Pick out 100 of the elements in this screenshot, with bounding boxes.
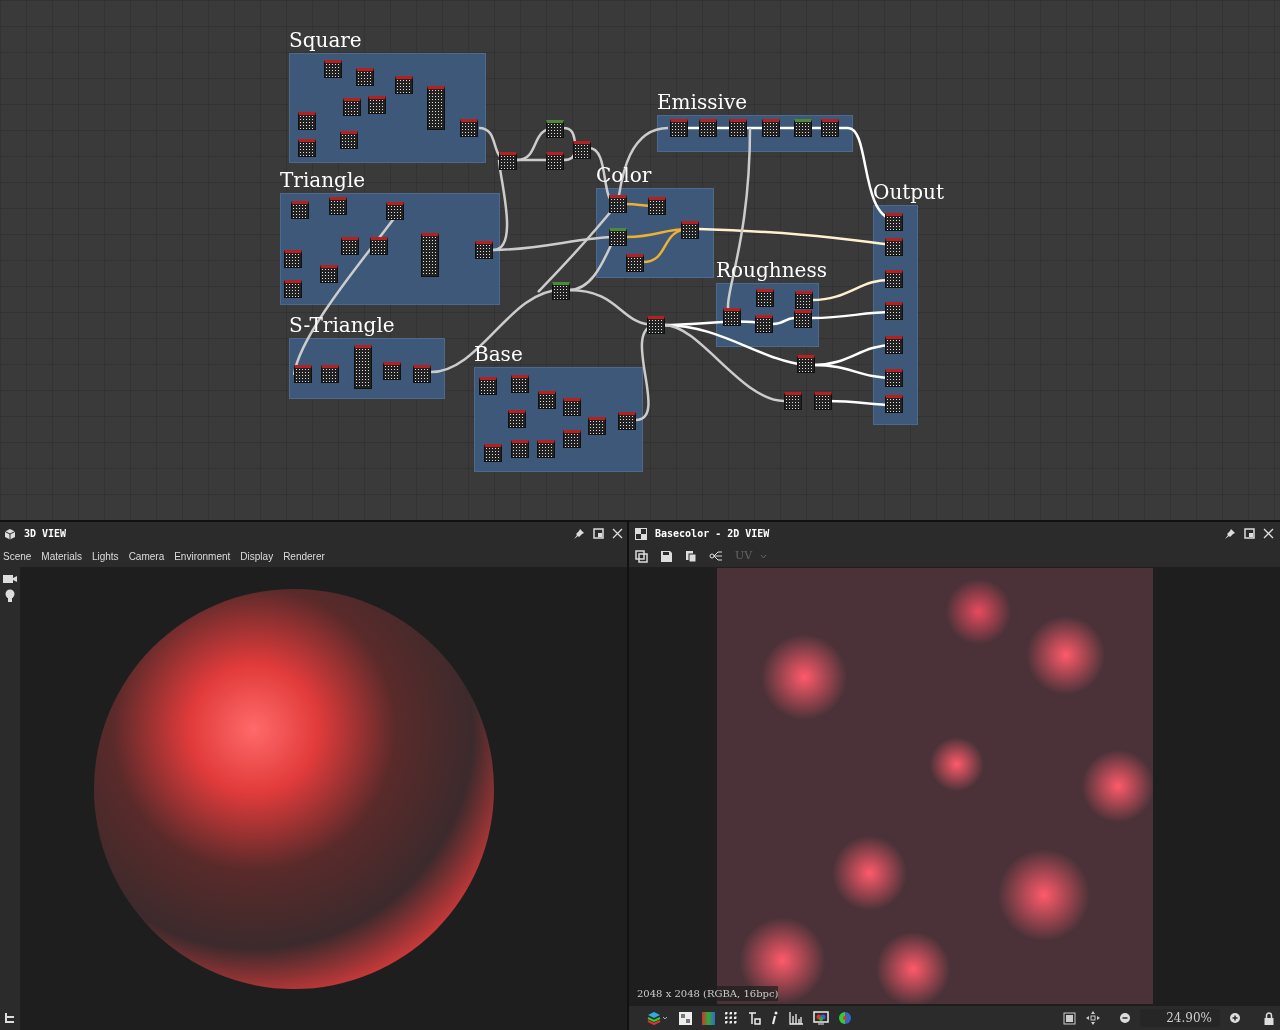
- close-icon[interactable]: [612, 528, 623, 539]
- graph-node[interactable]: [356, 68, 374, 86]
- graph-node[interactable]: [723, 308, 741, 326]
- save-icon[interactable]: [660, 549, 673, 563]
- graph-node[interactable]: [479, 377, 497, 395]
- graph-node[interactable]: [885, 369, 903, 387]
- zoom-in-icon[interactable]: [1230, 1013, 1240, 1023]
- checker-icon[interactable]: [679, 1011, 692, 1025]
- camera-icon[interactable]: [2, 573, 18, 585]
- layers-icon[interactable]: [647, 1011, 669, 1025]
- graph-node[interactable]: [413, 365, 431, 383]
- fit-view-icon[interactable]: [1063, 1011, 1076, 1025]
- graph-node[interactable]: [284, 250, 302, 268]
- graph-node[interactable]: [284, 280, 302, 298]
- monitor-icon[interactable]: [813, 1011, 829, 1025]
- graph-node[interactable]: [324, 60, 342, 78]
- graph-node[interactable]: [755, 315, 773, 333]
- graph-node[interactable]: [329, 197, 347, 215]
- graph-node[interactable]: [546, 120, 564, 138]
- menu-item[interactable]: Display: [240, 548, 274, 564]
- graph-node[interactable]: [794, 310, 812, 328]
- graph-node[interactable]: [821, 119, 839, 137]
- graph-node[interactable]: [885, 213, 903, 231]
- graph-node[interactable]: [354, 345, 372, 389]
- graph-node[interactable]: [814, 392, 832, 410]
- color-wheel-icon[interactable]: [839, 1012, 851, 1024]
- graph-node[interactable]: [784, 392, 802, 410]
- copy-icon[interactable]: [635, 549, 648, 563]
- lock-icon[interactable]: [1264, 1011, 1274, 1025]
- graph-node[interactable]: [670, 119, 688, 137]
- graph-node[interactable]: [699, 119, 717, 137]
- info-icon[interactable]: [771, 1011, 779, 1025]
- menu-item[interactable]: Camera: [128, 548, 165, 564]
- graph-node[interactable]: [546, 152, 564, 170]
- graph-node[interactable]: [499, 152, 517, 170]
- graph-node[interactable]: [538, 391, 556, 409]
- graph-node[interactable]: [421, 233, 439, 277]
- pin-icon[interactable]: [1224, 527, 1236, 540]
- graph-node[interactable]: [563, 398, 581, 416]
- pan-icon[interactable]: [1086, 1011, 1100, 1025]
- graph-node[interactable]: [537, 440, 555, 458]
- graph-node[interactable]: [320, 265, 338, 283]
- maximize-icon[interactable]: [1244, 528, 1255, 539]
- graph-node[interactable]: [563, 430, 581, 448]
- maximize-icon[interactable]: [593, 528, 604, 539]
- graph-node[interactable]: [647, 316, 665, 334]
- graph-node[interactable]: [885, 270, 903, 288]
- graph-node[interactable]: [762, 119, 780, 137]
- graph-node[interactable]: [648, 197, 666, 215]
- graph-node[interactable]: [475, 241, 493, 259]
- graph-node[interactable]: [341, 237, 359, 255]
- graph-node[interactable]: [484, 444, 502, 462]
- menu-item[interactable]: Renderer: [283, 548, 325, 564]
- graph-node[interactable]: [794, 119, 812, 137]
- tiling-icon[interactable]: [747, 1011, 761, 1025]
- graph-node[interactable]: [885, 238, 903, 256]
- graph-node[interactable]: [795, 291, 813, 309]
- graph-node[interactable]: [797, 355, 815, 373]
- graph-node[interactable]: [427, 86, 445, 130]
- graph-node[interactable]: [609, 195, 627, 213]
- graph-node[interactable]: [395, 76, 413, 94]
- graph-node[interactable]: [368, 96, 386, 114]
- graph-node[interactable]: [340, 131, 358, 149]
- menu-item[interactable]: Scene: [3, 548, 32, 564]
- graph-node[interactable]: [298, 112, 316, 130]
- graph-node[interactable]: [343, 98, 361, 116]
- graph-node[interactable]: [573, 141, 591, 159]
- documents-icon[interactable]: [685, 549, 697, 563]
- graph-node[interactable]: [885, 336, 903, 354]
- graph-node[interactable]: [729, 119, 747, 137]
- graph-node[interactable]: [588, 417, 606, 435]
- graph-node[interactable]: [681, 221, 699, 239]
- graph-node[interactable]: [294, 365, 312, 383]
- graph-node[interactable]: [511, 375, 529, 393]
- graph-node[interactable]: [609, 228, 627, 246]
- graph-node[interactable]: [460, 119, 478, 137]
- graph-node[interactable]: [386, 202, 404, 220]
- close-icon[interactable]: [1263, 528, 1274, 539]
- graph-node[interactable]: [508, 410, 526, 428]
- menu-item[interactable]: Materials: [41, 548, 82, 564]
- graph-node[interactable]: [298, 139, 316, 157]
- graph-node[interactable]: [383, 362, 401, 380]
- graph-node[interactable]: [321, 365, 339, 383]
- pin-icon[interactable]: [573, 527, 585, 540]
- graph-node[interactable]: [885, 395, 903, 413]
- graph-node[interactable]: [885, 302, 903, 320]
- zoom-out-icon[interactable]: [1120, 1013, 1130, 1023]
- hierarchy-icon[interactable]: [4, 1012, 16, 1024]
- graph-node[interactable]: [370, 237, 388, 255]
- graph-node[interactable]: [626, 254, 644, 272]
- graph-node[interactable]: [756, 289, 774, 307]
- menu-item[interactable]: Lights: [91, 548, 119, 564]
- menu-item[interactable]: Environment: [174, 548, 231, 564]
- histogram-icon[interactable]: [789, 1011, 803, 1025]
- graph-node[interactable]: [618, 412, 636, 430]
- nodes-icon[interactable]: [709, 550, 723, 562]
- graph-node[interactable]: [291, 201, 309, 219]
- gradient-icon[interactable]: [702, 1011, 715, 1025]
- light-bulb-icon[interactable]: [4, 589, 16, 603]
- graph-node[interactable]: [511, 440, 529, 458]
